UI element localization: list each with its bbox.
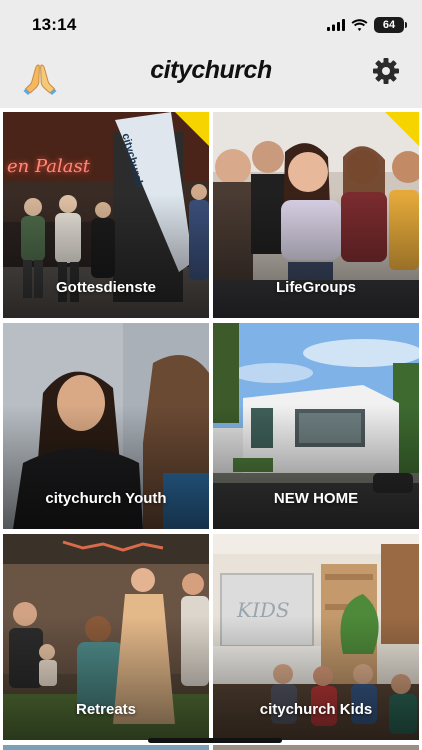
tile-citychurch-kids[interactable]: KIDS citychurch Kids xyxy=(213,534,419,740)
tile-shade xyxy=(3,616,209,740)
status-time: 13:14 xyxy=(32,15,77,34)
tile-shade xyxy=(3,194,209,318)
tile-shade xyxy=(3,405,209,529)
tile-shade xyxy=(213,616,419,740)
tile-next-right[interactable] xyxy=(213,745,419,750)
tile-new-home[interactable]: NEW HOME xyxy=(213,323,419,529)
tile-shade xyxy=(213,405,419,529)
battery-level: 64 xyxy=(382,19,396,31)
home-indicator[interactable] xyxy=(148,738,282,743)
wifi-icon xyxy=(351,18,368,31)
tile-label: NEW HOME xyxy=(273,490,359,507)
battery-icon: 64 xyxy=(374,17,407,33)
tile-next-left[interactable] xyxy=(3,745,209,750)
tile-label: Retreats xyxy=(75,701,137,718)
new-corner-badge xyxy=(385,112,419,146)
tile-citychurch-youth[interactable]: citychurch Youth xyxy=(3,323,209,529)
tile-retreats[interactable]: Retreats xyxy=(3,534,209,740)
tile-lifegroups[interactable]: LifeGroups xyxy=(213,112,419,318)
status-icons: 64 xyxy=(327,15,407,35)
tile-label: citychurch Kids xyxy=(259,701,373,718)
gear-icon[interactable] xyxy=(372,57,400,85)
app-title: citychurch xyxy=(150,56,272,84)
tile-shade xyxy=(213,194,419,318)
status-bar: 13:14 64 xyxy=(0,0,422,48)
neon-sign-text: en Palast xyxy=(7,156,90,177)
new-corner-badge xyxy=(175,112,209,146)
tile-gottesdienste[interactable]: en Palast citychurch Gottesdienste xyxy=(3,112,209,318)
tile-label: LifeGroups xyxy=(275,279,356,296)
tile-label: Gottesdienste xyxy=(55,279,157,296)
app-header: citychurch xyxy=(0,48,422,108)
tile-label: citychurch Youth xyxy=(45,490,167,507)
cellular-signal-icon xyxy=(327,19,345,31)
